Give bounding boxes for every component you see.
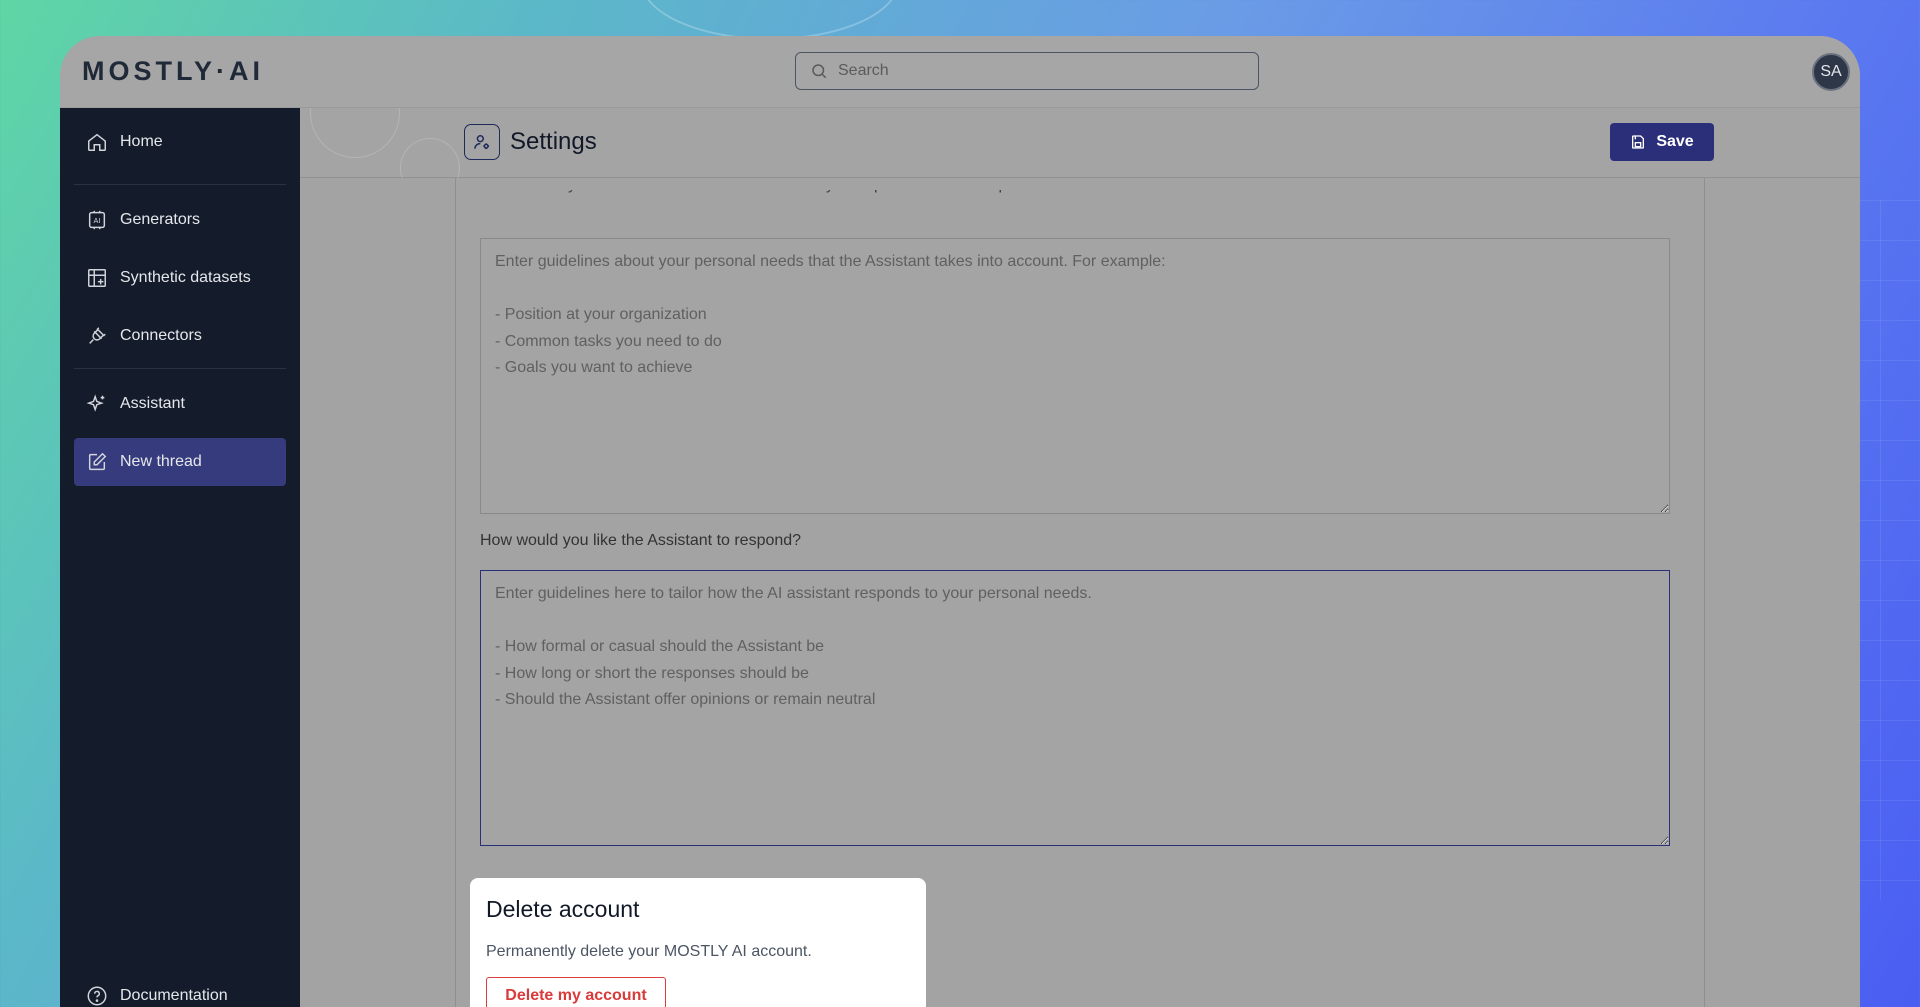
sidebar-item-label: Assistant — [120, 395, 185, 412]
sidebar-item-synthetic-datasets[interactable]: Synthetic datasets — [74, 254, 286, 302]
sparkle-icon — [86, 394, 105, 412]
sidebar-item-home[interactable]: Home — [74, 118, 286, 166]
top-bar: MOSTLY·AI SA — [60, 36, 1860, 108]
plug-icon — [89, 327, 106, 344]
sidebar-item-label: Connectors — [120, 327, 202, 344]
sidebar: Home AI Generators Synthetic datasets Co… — [60, 108, 300, 1007]
save-button-label: Save — [1656, 133, 1694, 150]
sidebar-item-connectors[interactable]: Connectors — [74, 312, 286, 360]
settings-user-icon — [464, 124, 500, 160]
sidebar-item-assistant[interactable]: Assistant — [74, 380, 286, 428]
sidebar-item-label: New thread — [120, 453, 202, 470]
app-window: MOSTLY·AI SA Home AI Generators Syntheti… — [60, 36, 1860, 1007]
save-icon — [1632, 135, 1645, 149]
delete-account-title: Delete account — [486, 896, 640, 922]
search-input[interactable] — [838, 62, 1238, 80]
home-icon — [88, 133, 106, 151]
save-button[interactable]: Save — [1610, 123, 1714, 161]
table-plus-icon — [88, 269, 106, 287]
search-box[interactable] — [795, 52, 1259, 90]
background-arc — [640, 0, 900, 40]
respond-label: How would you like the Assistant to resp… — [480, 532, 802, 549]
logo[interactable]: MOSTLY·AI — [82, 56, 264, 87]
sidebar-divider — [74, 184, 286, 185]
sidebar-item-label: Generators — [120, 211, 201, 228]
sidebar-item-label: Documentation — [120, 987, 228, 1004]
main-content: Settings Save What would you like the As… — [300, 108, 1860, 1007]
ai-chip-icon: AI — [88, 210, 106, 230]
sidebar-item-label: Synthetic datasets — [120, 269, 251, 286]
sidebar-item-generators[interactable]: AI Generators — [74, 196, 286, 244]
respond-textarea[interactable] — [480, 570, 1670, 846]
svg-text:AI: AI — [94, 216, 101, 225]
page-header: Settings Save — [300, 108, 1860, 178]
sidebar-divider — [74, 368, 286, 369]
about-you-textarea[interactable] — [480, 238, 1670, 514]
delete-account-description: Permanently delete your MOSTLY AI accoun… — [486, 943, 812, 960]
delete-account-card: Delete account Permanently delete your M… — [470, 878, 926, 1007]
search-icon — [812, 64, 827, 79]
sidebar-item-documentation[interactable]: Documentation — [74, 972, 286, 1007]
page-title: Settings — [510, 128, 597, 155]
sidebar-item-label: Home — [120, 133, 163, 150]
edit-icon — [88, 452, 107, 471]
sidebar-item-new-thread[interactable]: New thread — [74, 438, 286, 486]
help-circle-icon — [87, 986, 107, 1006]
delete-account-button[interactable]: Delete my account — [486, 977, 666, 1007]
user-avatar[interactable]: SA — [1812, 53, 1850, 91]
